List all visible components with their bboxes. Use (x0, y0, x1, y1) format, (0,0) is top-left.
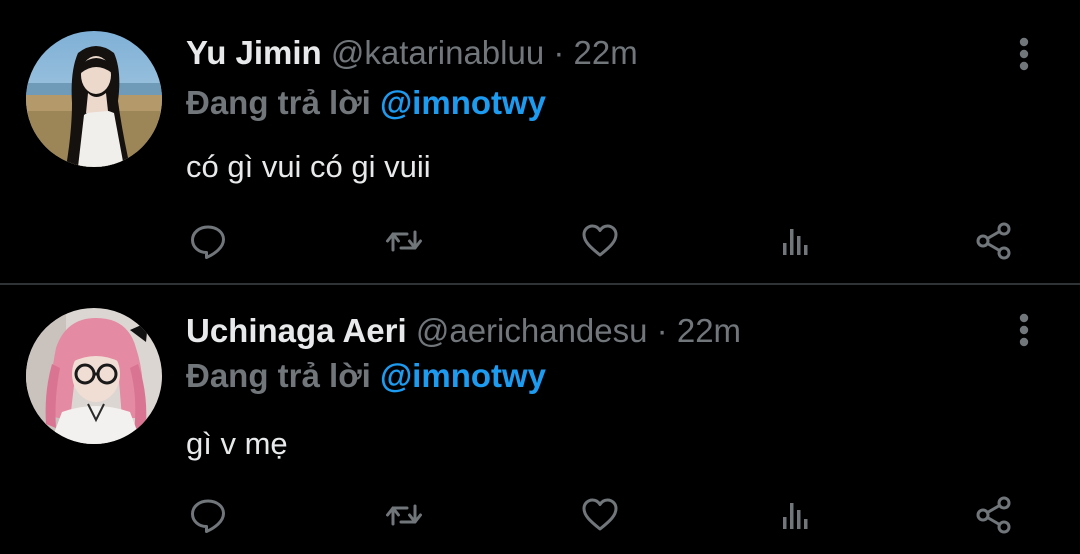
replying-to-mention[interactable]: @imnotwy (380, 84, 546, 121)
share-icon (976, 222, 1011, 260)
avatar[interactable] (26, 308, 162, 444)
tweet-text: có gì vui có gi vuii (186, 149, 431, 184)
share-button[interactable] (972, 219, 1016, 263)
reply-icon (191, 225, 225, 259)
action-bar (186, 493, 1026, 537)
avatar-image (26, 308, 162, 444)
like-icon (582, 498, 618, 531)
retweet-button[interactable] (382, 219, 426, 263)
tweet-header: Yu Jimin @katarinabluu · 22m (186, 33, 638, 73)
reply-button[interactable] (186, 493, 230, 537)
more-options-button[interactable] (1012, 34, 1036, 74)
retweet-icon (386, 230, 422, 252)
views-icon (783, 503, 808, 529)
display-name[interactable]: Yu Jimin (186, 34, 322, 71)
like-button[interactable] (578, 493, 622, 537)
timestamp[interactable]: 22m (574, 34, 638, 71)
tweet[interactable]: Yu Jimin @katarinabluu · 22m Đang trả lờ… (0, 0, 1080, 283)
timestamp[interactable]: 22m (677, 312, 741, 349)
views-button[interactable] (775, 219, 819, 263)
reply-icon (191, 499, 225, 533)
retweet-button[interactable] (382, 493, 426, 537)
like-button[interactable] (578, 219, 622, 263)
action-bar (186, 219, 1026, 263)
replying-to: Đang trả lời @imnotwy (186, 83, 546, 123)
tweet[interactable]: Uchinaga Aeri @aerichandesu · 22m Đang t… (0, 285, 1080, 554)
tweet-header: Uchinaga Aeri @aerichandesu · 22m (186, 311, 741, 351)
views-button[interactable] (775, 493, 819, 537)
retweet-icon (386, 504, 422, 526)
user-handle[interactable]: @aerichandesu (416, 312, 648, 349)
separator-dot: · (656, 312, 668, 349)
views-icon (783, 229, 808, 255)
more-vertical-icon (1019, 37, 1029, 71)
share-button[interactable] (972, 493, 1016, 537)
replying-to-mention[interactable]: @imnotwy (380, 357, 546, 394)
avatar[interactable] (26, 31, 162, 167)
avatar-image (26, 31, 162, 167)
replying-to-label: Đang trả lời (186, 84, 371, 121)
display-name[interactable]: Uchinaga Aeri (186, 312, 407, 349)
more-options-button[interactable] (1012, 310, 1036, 350)
replying-to: Đang trả lời @imnotwy (186, 356, 546, 396)
reply-button[interactable] (186, 219, 230, 263)
replying-to-label: Đang trả lời (186, 357, 371, 394)
separator-dot: · (553, 34, 565, 71)
share-icon (976, 496, 1011, 534)
user-handle[interactable]: @katarinabluu (331, 34, 544, 71)
tweet-text: gì v mẹ (186, 426, 288, 461)
like-icon (582, 224, 618, 257)
more-vertical-icon (1019, 313, 1029, 347)
